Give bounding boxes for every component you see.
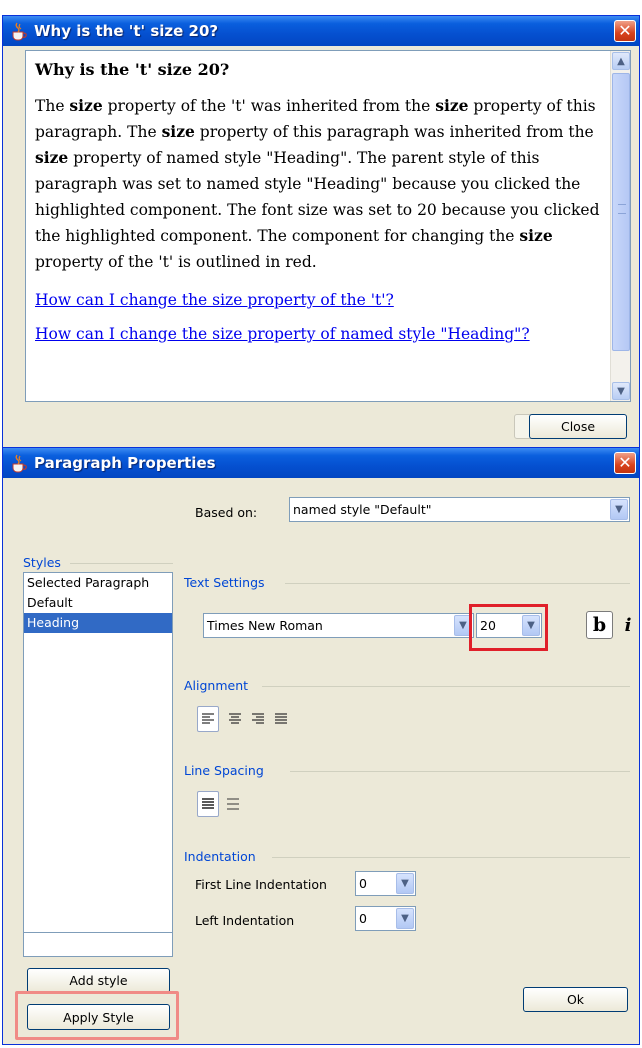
scroll-down-icon[interactable]: ▼ bbox=[612, 382, 630, 400]
double-spacing-icon[interactable] bbox=[222, 791, 244, 817]
help-text-run: The bbox=[35, 97, 70, 115]
italic-button[interactable]: i bbox=[619, 611, 637, 639]
help-window: Why is the 't' size 20? ✕ Why is the 't'… bbox=[2, 15, 640, 460]
bold-button[interactable]: b bbox=[586, 611, 613, 639]
first-line-indentation-label: First Line Indentation bbox=[195, 877, 327, 892]
alignment-group-line bbox=[262, 686, 630, 687]
style-item-heading[interactable]: Heading bbox=[24, 613, 172, 633]
help-window-close-icon[interactable]: ✕ bbox=[614, 20, 636, 42]
help-link-change-heading-size[interactable]: How can I change the size property of na… bbox=[35, 325, 605, 343]
apply-style-highlight-outline bbox=[15, 991, 179, 1040]
help-text-run: property of the 't' is outlined in red. bbox=[35, 253, 317, 271]
help-bold-term: size bbox=[69, 96, 103, 115]
help-bold-term: size bbox=[519, 226, 553, 245]
chevron-down-icon[interactable]: ▼ bbox=[610, 499, 628, 520]
scrollbar-thumb[interactable] bbox=[612, 73, 630, 351]
align-right-icon[interactable] bbox=[247, 706, 269, 732]
help-bold-term: size bbox=[35, 148, 69, 167]
help-vertical-scrollbar[interactable]: ▲ ▼ bbox=[610, 51, 630, 401]
java-cup-icon bbox=[12, 454, 27, 473]
style-item-default[interactable]: Default bbox=[24, 593, 172, 613]
help-bold-term: size bbox=[161, 122, 195, 141]
text-settings-group-line bbox=[285, 583, 630, 584]
style-item-selected-paragraph[interactable]: Selected Paragraph bbox=[24, 573, 172, 593]
font-family-value: Times New Roman bbox=[207, 618, 323, 633]
based-on-label: Based on: bbox=[195, 505, 258, 520]
indentation-group-label: Indentation bbox=[184, 849, 260, 864]
help-text-run: property of this paragraph was inherited… bbox=[194, 123, 594, 141]
styles-group-label: Styles bbox=[23, 555, 65, 570]
close-button[interactable]: Close bbox=[529, 414, 627, 439]
paragraph-window-close-icon[interactable]: ✕ bbox=[614, 452, 636, 474]
help-explanation-text: The size property of the 't' was inherit… bbox=[35, 93, 605, 275]
based-on-value: named style "Default" bbox=[293, 502, 432, 517]
alignment-group-label: Alignment bbox=[184, 678, 253, 693]
paragraph-window-title: Paragraph Properties bbox=[34, 454, 216, 472]
align-center-icon[interactable] bbox=[224, 706, 246, 732]
font-family-select[interactable]: Times New Roman ▼ bbox=[203, 613, 474, 638]
line-spacing-group-line bbox=[290, 771, 630, 772]
java-cup-icon bbox=[12, 22, 27, 41]
text-settings-group-label: Text Settings bbox=[184, 575, 269, 590]
styles-list[interactable]: Selected Paragraph Default Heading bbox=[23, 572, 173, 940]
first-line-indentation-value: 0 bbox=[359, 876, 367, 891]
based-on-select[interactable]: named style "Default" ▼ bbox=[289, 497, 630, 522]
chevron-down-icon[interactable]: ▼ bbox=[396, 908, 414, 929]
help-text-run: property of the 't' was inherited from t… bbox=[102, 97, 436, 115]
left-indentation-label: Left Indentation bbox=[195, 913, 295, 928]
align-left-icon[interactable] bbox=[197, 706, 219, 732]
font-size-highlight-outline bbox=[469, 604, 548, 651]
help-window-title: Why is the 't' size 20? bbox=[34, 22, 219, 40]
help-link-change-t-size[interactable]: How can I change the size property of th… bbox=[35, 291, 605, 309]
align-justify-icon[interactable] bbox=[270, 706, 292, 732]
help-text-run: property of named style "Heading". The p… bbox=[35, 149, 600, 245]
help-content-pane[interactable]: Why is the 't' size 20? The size propert… bbox=[25, 50, 631, 402]
styles-group-line bbox=[70, 563, 173, 564]
scrollbar-grip-icon bbox=[618, 204, 626, 214]
help-window-titlebar[interactable]: Why is the 't' size 20? ✕ bbox=[3, 16, 639, 46]
new-style-name-input[interactable] bbox=[23, 932, 173, 957]
ok-button[interactable]: Ok bbox=[523, 987, 628, 1012]
line-spacing-group-label: Line Spacing bbox=[184, 763, 268, 778]
first-line-indentation-select[interactable]: 0 ▼ bbox=[355, 871, 416, 896]
paragraph-window-titlebar[interactable]: Paragraph Properties ✕ bbox=[3, 448, 639, 478]
left-indentation-value: 0 bbox=[359, 911, 367, 926]
scroll-up-icon[interactable]: ▲ bbox=[612, 52, 630, 70]
help-bold-term: size bbox=[435, 96, 469, 115]
indentation-group-line bbox=[272, 857, 630, 858]
chevron-down-icon[interactable]: ▼ bbox=[396, 873, 414, 894]
left-indentation-select[interactable]: 0 ▼ bbox=[355, 906, 416, 931]
add-style-button[interactable]: Add style bbox=[27, 968, 170, 993]
help-heading: Why is the 't' size 20? bbox=[35, 60, 230, 79]
single-spacing-icon[interactable] bbox=[197, 791, 219, 817]
